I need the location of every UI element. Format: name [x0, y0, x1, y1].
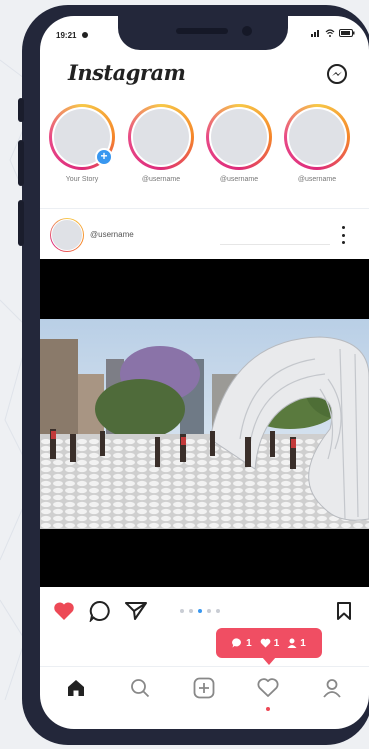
post-actions: [40, 591, 369, 631]
notif-likes-count: 1: [273, 637, 280, 649]
comment-icon[interactable]: [88, 599, 112, 623]
status-icons: [311, 29, 355, 37]
post-avatar[interactable]: [50, 218, 84, 252]
post-media[interactable]: [40, 259, 369, 587]
divider: [40, 208, 369, 209]
post-header: @username: [40, 214, 369, 258]
stories-row: + Your Story @username @username @userna…: [40, 104, 369, 194]
notification-pointer: [262, 657, 276, 665]
notif-followers-count: 1: [300, 637, 306, 649]
heart-icon[interactable]: [256, 676, 280, 700]
wifi-icon: [325, 29, 335, 37]
story-item[interactable]: @username: [204, 104, 274, 183]
person-icon: [287, 638, 297, 648]
battery-icon: [339, 29, 355, 37]
status-indicator-dot: [82, 32, 88, 38]
bookmark-icon[interactable]: [332, 599, 356, 623]
story-label: Your Story: [65, 176, 99, 183]
messenger-icon[interactable]: [326, 63, 348, 90]
screen: 19:21 Instagram + Your Story @username @…: [40, 16, 369, 729]
search-icon[interactable]: [128, 676, 152, 700]
heart-icon: [260, 638, 271, 648]
volume-down-button: [18, 200, 24, 246]
add-icon[interactable]: [192, 676, 216, 700]
post-photo: [40, 319, 369, 529]
volume-up-button: [18, 140, 24, 186]
notif-likes: 1: [260, 637, 280, 649]
story-label: @username: [141, 176, 181, 183]
home-icon[interactable]: [64, 676, 88, 700]
bottom-tab-bar: [40, 666, 369, 714]
send-icon[interactable]: [124, 599, 148, 623]
story-your-story[interactable]: + Your Story: [47, 104, 117, 183]
add-story-icon[interactable]: +: [95, 148, 113, 166]
status-time: 19:21: [56, 31, 77, 40]
story-item[interactable]: @username: [282, 104, 352, 183]
notif-comments-count: 1: [246, 637, 252, 649]
story-label: @username: [297, 176, 337, 183]
carousel-indicator: [180, 609, 220, 613]
more-vertical-icon[interactable]: [340, 226, 346, 244]
post-header-line: [220, 244, 330, 245]
notif-followers: 1: [287, 638, 306, 649]
mute-switch: [18, 98, 24, 122]
activity-dot: [266, 707, 270, 711]
activity-notification[interactable]: 1 1 1: [216, 628, 322, 658]
heart-filled-icon[interactable]: [52, 599, 76, 623]
profile-icon[interactable]: [320, 676, 344, 700]
post-username[interactable]: @username: [90, 230, 134, 239]
instagram-logo: Instagram: [68, 60, 186, 85]
notif-comments: 1: [232, 638, 252, 649]
comment-bubble-icon: [232, 638, 242, 648]
signal-icon: [311, 30, 319, 37]
notch: [118, 16, 288, 50]
story-label: @username: [219, 176, 259, 183]
story-item[interactable]: @username: [126, 104, 196, 183]
